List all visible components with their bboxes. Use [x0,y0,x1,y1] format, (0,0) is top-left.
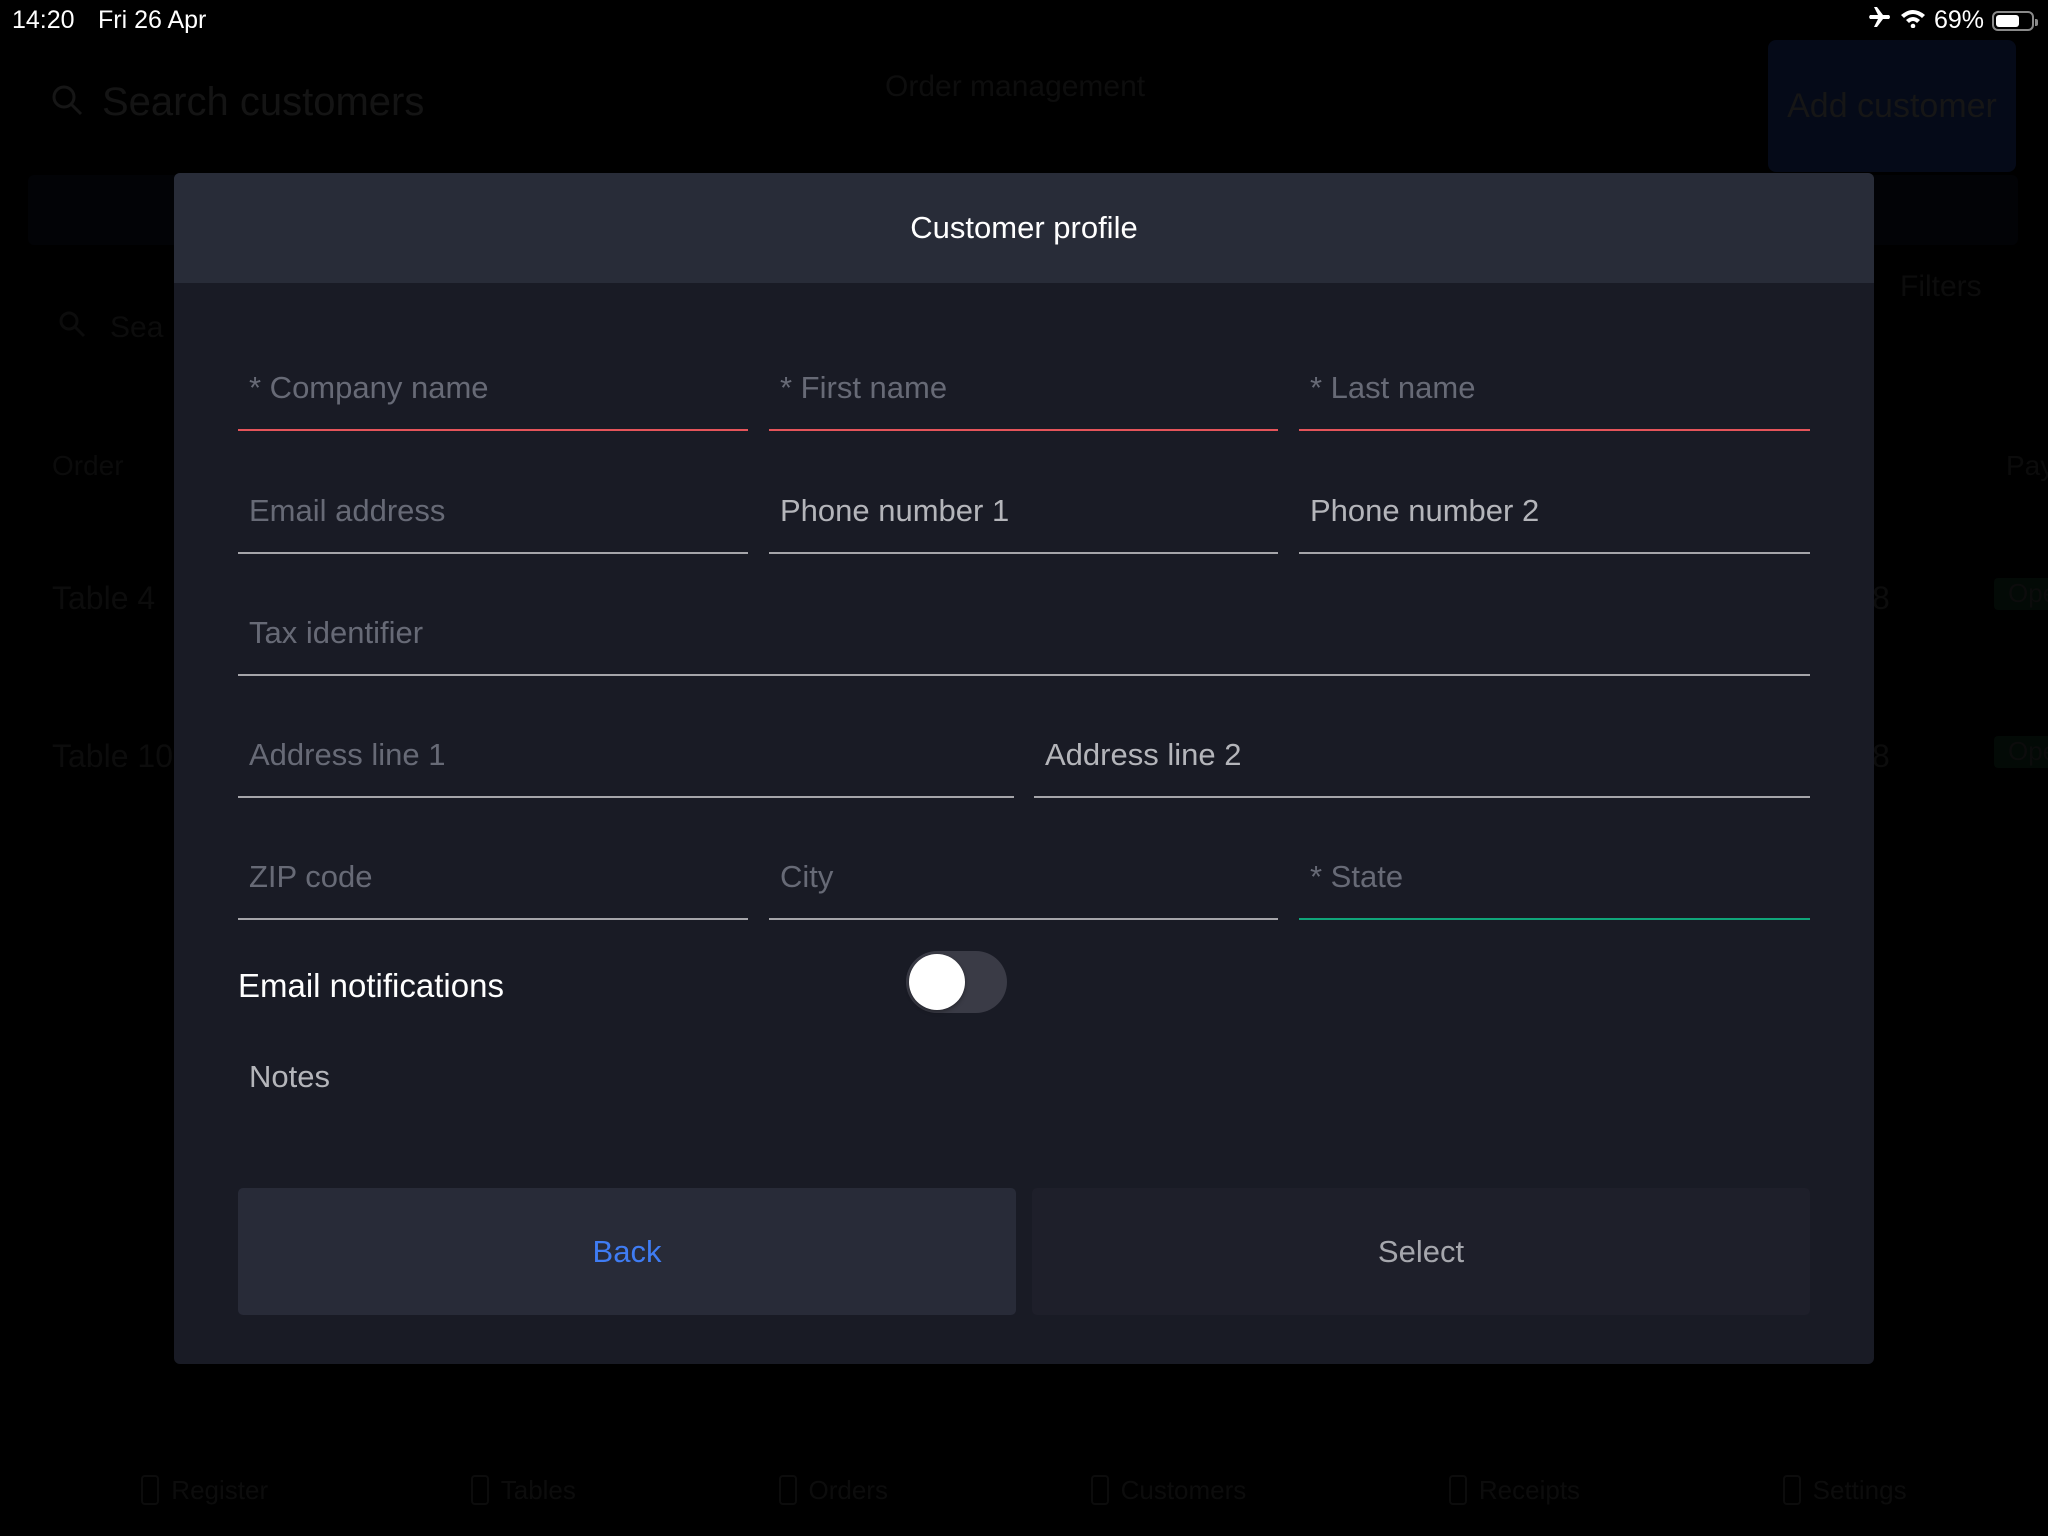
address-line-2-input[interactable] [1034,728,1810,796]
back-button[interactable]: Back [238,1188,1016,1315]
email-notifications-toggle[interactable] [906,951,1007,1013]
tab-orders[interactable]: Orders [778,1474,888,1506]
tab-label: Register [171,1474,269,1505]
order-status-badge: Ope [1994,736,2048,768]
order-row-label[interactable]: Table 10 [52,738,173,775]
last-name-input[interactable] [1299,361,1810,429]
address-line-1-input[interactable] [238,728,1014,796]
orders-icon [778,1475,797,1505]
tab-label: Customers [1120,1474,1247,1505]
status-time: 14:20 [12,6,75,34]
tab-settings[interactable]: Settings [1782,1474,1907,1506]
tab-tables[interactable]: Tables [470,1474,576,1506]
select-button[interactable]: Select [1032,1188,1810,1315]
tab-label: Tables [500,1474,576,1505]
state-field[interactable] [1299,850,1810,920]
notes-input[interactable] [238,1059,1810,1129]
address-line-1-field[interactable] [238,728,1014,798]
search-icon [58,310,86,346]
order-row-value: 8 [1872,580,1890,616]
battery-percent: 69% [1933,6,1984,34]
receipts-icon [1448,1475,1467,1505]
page-title: Order management [885,70,1146,103]
city-input[interactable] [769,850,1278,918]
last-name-field[interactable] [1299,361,1810,431]
wifi-icon [1900,6,1926,35]
phone-number-2-field[interactable] [1299,484,1810,554]
tab-receipts[interactable]: Receipts [1448,1474,1581,1506]
company-name-input[interactable] [238,361,748,429]
column-header-order: Order [52,450,124,481]
settings-icon [1782,1475,1801,1505]
search-icon [50,83,84,122]
customer-profile-modal: Customer profile Email notifications [174,173,1874,1364]
tax-identifier-input[interactable] [238,606,1810,674]
column-header-pay: Pay [2006,450,2048,481]
phone-number-1-field[interactable] [769,484,1278,554]
bottom-tab-bar: Register Tables Orders Customers Receipt… [0,1460,2048,1520]
modal-title: Customer profile [910,210,1138,245]
email-address-field[interactable] [238,484,748,554]
phone-number-2-input[interactable] [1299,484,1810,552]
zip-code-field[interactable] [238,850,748,920]
add-customer-button[interactable]: Add customer [1768,40,2016,172]
modal-header: Customer profile [174,173,1874,283]
tables-icon [470,1475,489,1505]
filters-button[interactable]: Filters [1900,270,1982,304]
order-row-label[interactable]: Table 4 [52,580,155,617]
tab-register[interactable]: Register [141,1475,268,1506]
tax-identifier-field[interactable] [238,606,1810,676]
register-icon [141,1475,160,1505]
status-indicators: 69% [1868,6,2038,35]
search-customers-placeholder: Search customers [102,80,425,124]
toggle-knob [909,954,965,1010]
tab-label: Orders [808,1474,888,1505]
order-row-value: 8 [1872,738,1890,774]
tab-label: Receipts [1478,1474,1581,1505]
order-search-field[interactable]: Sea [58,310,163,346]
address-line-2-field[interactable] [1034,728,1810,798]
order-search-placeholder: Sea [110,311,164,344]
email-notifications-label: Email notifications [238,967,504,1004]
search-customers-field[interactable]: Search customers [50,80,424,125]
state-input[interactable] [1299,850,1810,918]
company-name-field[interactable] [238,361,748,431]
city-field[interactable] [769,850,1278,920]
customers-icon [1090,1475,1109,1505]
battery-icon [1992,10,2038,31]
zip-code-input[interactable] [238,850,748,918]
order-status-badge: Ope [1994,578,2048,610]
first-name-input[interactable] [769,361,1278,429]
status-date: Fri 26 Apr [98,6,207,34]
status-bar: 14:20 Fri 26 Apr 69% [0,0,2048,40]
tab-label: Settings [1812,1474,1907,1505]
airplane-icon [1868,6,1892,35]
notes-field[interactable] [238,1059,1810,1129]
email-address-input[interactable] [238,484,748,552]
phone-number-1-input[interactable] [769,484,1278,552]
tab-customers[interactable]: Customers [1090,1474,1247,1506]
first-name-field[interactable] [769,361,1278,431]
